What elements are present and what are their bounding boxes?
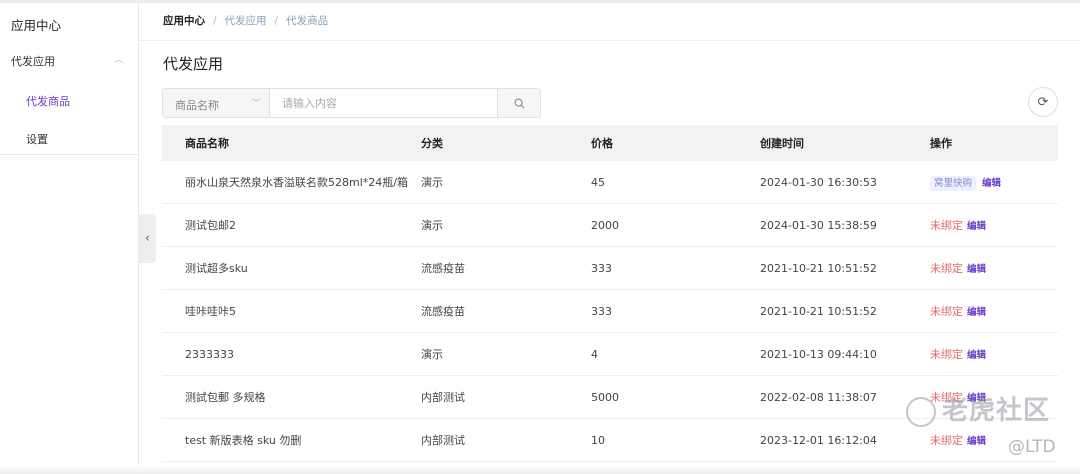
breadcrumb: 应用中心 / 代发应用 / 代发商品 — [163, 15, 329, 27]
created-time: 2022-02-08 11:38:07 — [760, 390, 877, 404]
chevron-down-icon: ﹀ — [251, 99, 261, 109]
unbound-status: 未绑定 — [930, 219, 963, 232]
edit-link[interactable]: 编辑 — [967, 307, 986, 318]
sidebar-item-products[interactable]: 代发商品 — [26, 93, 70, 109]
unbound-status: 未绑定 — [930, 348, 963, 361]
row-actions: 窝里快购 编辑 — [930, 175, 1058, 191]
chevron-up-icon: ︿ — [113, 55, 123, 65]
edit-link[interactable]: 编辑 — [967, 436, 986, 447]
product-category: 内部测试 — [421, 391, 465, 404]
product-price: 333 — [591, 261, 612, 275]
table-row: 2333333 演示 4 2021-10-13 09:44:10 未绑定 编辑 — [162, 333, 1058, 376]
column-header: 分类 — [421, 137, 443, 150]
table-header: 商品名称 分类 价格 创建时间 操作 — [162, 125, 1058, 161]
sidebar: 应用中心 代发应用 ︿ 代发商品 设置 — [0, 3, 139, 474]
refresh-button[interactable]: ⟳ — [1028, 87, 1058, 117]
column-header: 商品名称 — [185, 137, 229, 150]
sidebar-group-daifa[interactable]: 代发应用 ︿ — [11, 53, 127, 69]
search-icon — [514, 98, 524, 108]
sidebar-group-label: 代发应用 — [11, 55, 55, 68]
column-header: 创建时间 — [760, 137, 804, 150]
row-actions: 未绑定 编辑 — [930, 303, 1058, 319]
watermark-logo-icon — [906, 396, 936, 427]
channel-badge: 窝里快购 — [930, 176, 977, 191]
edit-link[interactable]: 编辑 — [982, 178, 1001, 189]
unbound-status: 未绑定 — [930, 434, 963, 447]
divider — [139, 40, 1080, 41]
search-button[interactable] — [497, 89, 540, 117]
product-name: 2333333 — [185, 347, 234, 361]
edit-link[interactable]: 编辑 — [967, 264, 986, 275]
breadcrumb-item[interactable]: 代发应用 — [225, 15, 267, 27]
created-time: 2021-10-13 09:44:10 — [760, 347, 877, 361]
column-header: 操作 — [930, 137, 952, 150]
bottom-shadow — [0, 465, 1080, 474]
product-category: 演示 — [421, 219, 443, 232]
product-category: 演示 — [421, 176, 443, 189]
row-actions: 未绑定 编辑 — [930, 346, 1058, 362]
search-field-select[interactable]: 商品名称 ﹀ — [163, 89, 270, 117]
edit-link[interactable]: 编辑 — [967, 350, 986, 361]
divider — [0, 154, 139, 155]
product-category: 内部测试 — [421, 434, 465, 447]
product-category: 流感疫苗 — [421, 262, 465, 275]
product-name: test 新版表格 sku 勿删 — [185, 434, 302, 447]
product-category: 流感疫苗 — [421, 305, 465, 318]
product-name: 测试超多sku — [185, 262, 248, 275]
product-name: 测试包邮2 — [185, 219, 236, 232]
table-row: 丽水山泉天然泉水香溢联名款528ml*24瓶/箱 演示 45 2024-01-3… — [162, 161, 1058, 204]
chevron-left-icon: ‹ — [144, 231, 151, 246]
search-bar: 商品名称 ﹀ — [162, 88, 541, 118]
created-time: 2023-12-01 16:12:04 — [760, 433, 877, 447]
collapse-sidebar-button[interactable]: ‹ — [139, 214, 156, 263]
product-name: 测試包郵 多规格 — [185, 391, 266, 404]
unbound-status: 未绑定 — [930, 262, 963, 275]
product-category: 演示 — [421, 348, 443, 361]
top-border — [0, 0, 1080, 3]
search-field-value: 商品名称 — [175, 99, 219, 112]
product-price: 333 — [591, 304, 612, 318]
table-row: 测试包邮2 演示 2000 2024-01-30 15:38:59 未绑定 编辑 — [162, 204, 1058, 247]
column-header: 价格 — [591, 137, 613, 150]
watermark-handle: @LTD — [1008, 437, 1056, 457]
breadcrumb-item: 代发商品 — [286, 15, 329, 27]
product-price: 10 — [591, 433, 605, 447]
product-price: 45 — [591, 175, 605, 189]
row-actions: 未绑定 编辑 — [930, 260, 1058, 276]
table-row: 哇咔哇咔5 流感疫苗 333 2021-10-21 10:51:52 未绑定 编辑 — [162, 290, 1058, 333]
table-row: 测试超多sku 流感疫苗 333 2021-10-21 10:51:52 未绑定… — [162, 247, 1058, 290]
created-time: 2024-01-30 15:38:59 — [760, 218, 877, 232]
created-time: 2021-10-21 10:51:52 — [760, 304, 877, 318]
product-name: 哇咔哇咔5 — [185, 305, 236, 318]
product-price: 4 — [591, 347, 598, 361]
watermark: 老虎社区 — [906, 390, 1050, 427]
row-actions: 未绑定 编辑 — [930, 217, 1058, 233]
search-input[interactable] — [270, 89, 497, 117]
sidebar-title: 应用中心 — [11, 18, 62, 33]
edit-link[interactable]: 编辑 — [967, 221, 986, 232]
unbound-status: 未绑定 — [930, 305, 963, 318]
watermark-text: 老虎社区 — [942, 396, 1051, 426]
page-title: 代发应用 — [163, 55, 224, 73]
sidebar-item-settings[interactable]: 设置 — [26, 131, 48, 147]
breadcrumb-item[interactable]: 应用中心 — [163, 15, 205, 27]
product-name: 丽水山泉天然泉水香溢联名款528ml*24瓶/箱 — [185, 176, 408, 189]
refresh-icon: ⟳ — [1037, 94, 1049, 110]
created-time: 2021-10-21 10:51:52 — [760, 261, 877, 275]
product-price: 5000 — [591, 390, 619, 404]
created-time: 2024-01-30 16:30:53 — [760, 175, 877, 189]
product-price: 2000 — [591, 218, 619, 232]
